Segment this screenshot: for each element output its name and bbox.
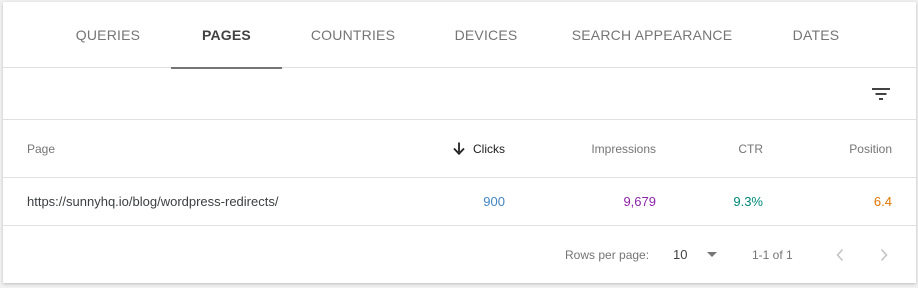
tab-devices[interactable]: DEVICES	[439, 2, 533, 68]
rows-per-page-select[interactable]: 10	[673, 226, 718, 283]
tab-label: DATES	[792, 27, 840, 43]
chevron-right-icon	[880, 248, 888, 261]
filter-button[interactable]	[865, 78, 897, 110]
dropdown-arrow-icon	[707, 252, 718, 257]
tab-queries[interactable]: QUERIES	[60, 2, 156, 68]
pagination-footer: Rows per page: 10 1-1 of 1	[3, 226, 916, 283]
page-url: https://sunnyhq.io/blog/wordpress-redire…	[27, 194, 279, 209]
arrow-downward-icon	[453, 142, 465, 155]
tab-label: COUNTRIES	[310, 27, 396, 43]
column-header-label: Clicks	[473, 141, 505, 156]
position-value: 6.4	[873, 194, 892, 209]
previous-page-button[interactable]	[828, 226, 852, 283]
clicks-value: 900	[483, 194, 505, 209]
pagination-range-text: 1-1 of 1	[752, 247, 793, 262]
tab-pages[interactable]: PAGES	[171, 2, 282, 69]
table-toolbar	[3, 68, 916, 120]
ctr-cell: 9.3%	[683, 178, 763, 225]
tab-label: SEARCH APPEARANCE	[571, 27, 733, 43]
performance-table-card: QUERIES PAGES COUNTRIES DEVICES SEARCH A…	[3, 2, 916, 283]
column-header-clicks[interactable]: Clicks	[403, 120, 505, 177]
column-header-impressions[interactable]: Impressions	[543, 120, 656, 177]
column-header-position[interactable]: Position	[803, 120, 892, 177]
impressions-value: 9,679	[623, 194, 656, 209]
rows-per-page-value: 10	[673, 247, 688, 262]
tab-label: QUERIES	[75, 27, 141, 43]
tab-search-appearance[interactable]: SEARCH APPEARANCE	[566, 2, 738, 68]
column-header-label: CTR	[738, 141, 763, 156]
tab-dates[interactable]: DATES	[773, 2, 859, 68]
column-header-page[interactable]: Page	[27, 120, 55, 177]
table-row[interactable]: https://sunnyhq.io/blog/wordpress-redire…	[3, 178, 916, 226]
rows-per-page-label: Rows per page:	[565, 226, 649, 283]
column-header-label: Impressions	[591, 141, 656, 156]
page-url-cell: https://sunnyhq.io/blog/wordpress-redire…	[27, 178, 278, 225]
clicks-cell: 900	[403, 178, 505, 225]
tab-label: DEVICES	[454, 27, 518, 43]
ctr-value: 9.3%	[733, 194, 763, 209]
impressions-cell: 9,679	[543, 178, 656, 225]
dimension-tabs: QUERIES PAGES COUNTRIES DEVICES SEARCH A…	[3, 2, 916, 69]
tab-label: PAGES	[202, 27, 251, 43]
table-header: Page Clicks Impressions CTR Position	[3, 120, 916, 178]
column-header-label: Page	[27, 141, 56, 156]
column-header-ctr[interactable]: CTR	[683, 120, 763, 177]
pagination-range: 1-1 of 1	[752, 226, 793, 283]
filter-list-icon	[872, 88, 890, 100]
position-cell: 6.4	[803, 178, 892, 225]
column-header-label: Position	[849, 141, 892, 156]
next-page-button[interactable]	[872, 226, 896, 283]
chevron-left-icon	[836, 248, 844, 261]
tab-countries[interactable]: COUNTRIES	[299, 2, 407, 68]
rows-per-page-text: Rows per page:	[565, 247, 650, 262]
